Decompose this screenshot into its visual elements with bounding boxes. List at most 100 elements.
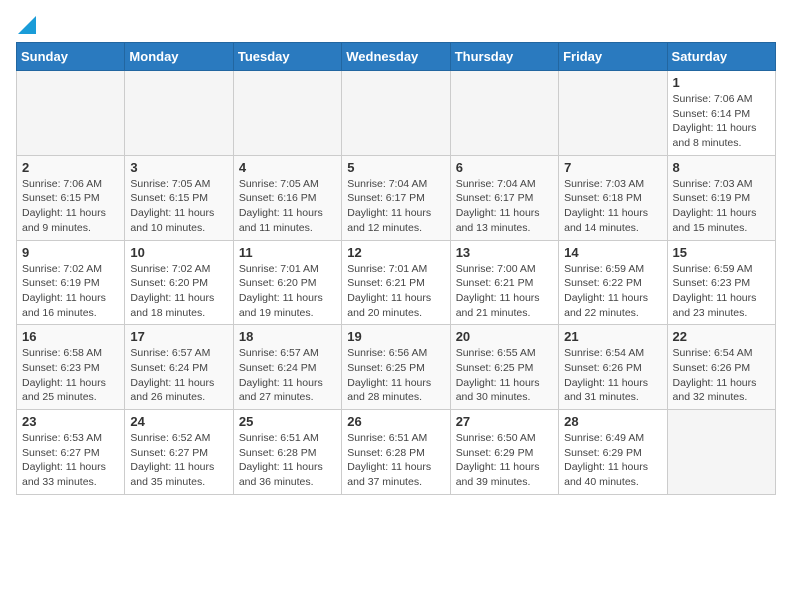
day-cell-15: 15 Sunrise: 6:59 AM Sunset: 6:23 PM Dayli… — [667, 240, 775, 325]
day-info: Sunrise: 6:59 AM Sunset: 6:22 PM Dayligh… — [564, 262, 661, 321]
day-cell-17: 17 Sunrise: 6:57 AM Sunset: 6:24 PM Dayli… — [125, 325, 233, 410]
day-cell-2: 2 Sunrise: 7:06 AM Sunset: 6:15 PM Daylig… — [17, 155, 125, 240]
empty-cell — [17, 71, 125, 156]
week-row-3: 16 Sunrise: 6:58 AM Sunset: 6:23 PM Dayli… — [17, 325, 776, 410]
day-number: 23 — [22, 414, 119, 429]
week-row-2: 9Sunrise: 7:02 AM Sunset: 6:19 PM Daylig… — [17, 240, 776, 325]
day-cell-9: 9Sunrise: 7:02 AM Sunset: 6:19 PM Daylig… — [17, 240, 125, 325]
day-number: 2 — [22, 160, 119, 175]
day-cell-23: 23 Sunrise: 6:53 AM Sunset: 6:27 PM Dayli… — [17, 410, 125, 495]
logo-icon — [18, 16, 36, 34]
day-cell-7: 7 Sunrise: 7:03 AM Sunset: 6:18 PM Daylig… — [559, 155, 667, 240]
weekday-header-monday: Monday — [125, 43, 233, 71]
day-info: Sunrise: 6:50 AM Sunset: 6:29 PM Dayligh… — [456, 431, 553, 490]
day-number: 20 — [456, 329, 553, 344]
day-info: Sunrise: 6:58 AM Sunset: 6:23 PM Dayligh… — [22, 346, 119, 405]
day-number: 18 — [239, 329, 336, 344]
day-number: 11 — [239, 245, 336, 260]
day-info: Sunrise: 6:54 AM Sunset: 6:26 PM Dayligh… — [564, 346, 661, 405]
day-info: Sunrise: 6:51 AM Sunset: 6:28 PM Dayligh… — [347, 431, 444, 490]
day-cell-14: 14 Sunrise: 6:59 AM Sunset: 6:22 PM Dayli… — [559, 240, 667, 325]
day-info: Sunrise: 7:06 AM Sunset: 6:15 PM Dayligh… — [22, 177, 119, 236]
day-info: Sunrise: 7:02 AM Sunset: 6:20 PM Dayligh… — [130, 262, 227, 321]
day-number: 3 — [130, 160, 227, 175]
day-cell-24: 24 Sunrise: 6:52 AM Sunset: 6:27 PM Dayli… — [125, 410, 233, 495]
day-info: Sunrise: 6:52 AM Sunset: 6:27 PM Dayligh… — [130, 431, 227, 490]
day-cell-26: 26 Sunrise: 6:51 AM Sunset: 6:28 PM Dayli… — [342, 410, 450, 495]
day-number: 17 — [130, 329, 227, 344]
day-info: Sunrise: 6:56 AM Sunset: 6:25 PM Dayligh… — [347, 346, 444, 405]
weekday-header-wednesday: Wednesday — [342, 43, 450, 71]
weekday-header-friday: Friday — [559, 43, 667, 71]
day-number: 8 — [673, 160, 770, 175]
day-cell-19: 19 Sunrise: 6:56 AM Sunset: 6:25 PM Dayli… — [342, 325, 450, 410]
day-number: 9 — [22, 245, 119, 260]
empty-cell — [450, 71, 558, 156]
week-row-0: 1 Sunrise: 7:06 AM Sunset: 6:14 PM Daylig… — [17, 71, 776, 156]
day-cell-11: 11 Sunrise: 7:01 AM Sunset: 6:20 PM Dayli… — [233, 240, 341, 325]
day-cell-1: 1 Sunrise: 7:06 AM Sunset: 6:14 PM Daylig… — [667, 71, 775, 156]
weekday-header-row: SundayMondayTuesdayWednesdayThursdayFrid… — [17, 43, 776, 71]
weekday-header-tuesday: Tuesday — [233, 43, 341, 71]
day-info: Sunrise: 6:49 AM Sunset: 6:29 PM Dayligh… — [564, 431, 661, 490]
day-cell-18: 18Sunrise: 6:57 AM Sunset: 6:24 PM Dayli… — [233, 325, 341, 410]
day-info: Sunrise: 7:05 AM Sunset: 6:15 PM Dayligh… — [130, 177, 227, 236]
empty-cell — [559, 71, 667, 156]
empty-cell — [342, 71, 450, 156]
day-cell-16: 16 Sunrise: 6:58 AM Sunset: 6:23 PM Dayli… — [17, 325, 125, 410]
day-info: Sunrise: 7:04 AM Sunset: 6:17 PM Dayligh… — [347, 177, 444, 236]
day-number: 10 — [130, 245, 227, 260]
logo — [16, 20, 36, 34]
day-cell-12: 12 Sunrise: 7:01 AM Sunset: 6:21 PM Dayli… — [342, 240, 450, 325]
day-number: 24 — [130, 414, 227, 429]
day-cell-5: 5 Sunrise: 7:04 AM Sunset: 6:17 PM Daylig… — [342, 155, 450, 240]
day-number: 15 — [673, 245, 770, 260]
day-number: 25 — [239, 414, 336, 429]
day-info: Sunrise: 6:51 AM Sunset: 6:28 PM Dayligh… — [239, 431, 336, 490]
day-info: Sunrise: 7:06 AM Sunset: 6:14 PM Dayligh… — [673, 92, 770, 151]
day-cell-20: 20 Sunrise: 6:55 AM Sunset: 6:25 PM Dayli… — [450, 325, 558, 410]
day-cell-6: 6 Sunrise: 7:04 AM Sunset: 6:17 PM Daylig… — [450, 155, 558, 240]
day-cell-28: 28 Sunrise: 6:49 AM Sunset: 6:29 PM Dayli… — [559, 410, 667, 495]
day-cell-25: 25 Sunrise: 6:51 AM Sunset: 6:28 PM Dayli… — [233, 410, 341, 495]
day-info: Sunrise: 7:03 AM Sunset: 6:18 PM Dayligh… — [564, 177, 661, 236]
day-info: Sunrise: 6:55 AM Sunset: 6:25 PM Dayligh… — [456, 346, 553, 405]
day-info: Sunrise: 7:01 AM Sunset: 6:21 PM Dayligh… — [347, 262, 444, 321]
day-cell-4: 4 Sunrise: 7:05 AM Sunset: 6:16 PM Daylig… — [233, 155, 341, 240]
day-number: 13 — [456, 245, 553, 260]
weekday-header-saturday: Saturday — [667, 43, 775, 71]
empty-cell — [233, 71, 341, 156]
day-info: Sunrise: 6:54 AM Sunset: 6:26 PM Dayligh… — [673, 346, 770, 405]
day-number: 7 — [564, 160, 661, 175]
day-cell-8: 8 Sunrise: 7:03 AM Sunset: 6:19 PM Daylig… — [667, 155, 775, 240]
day-cell-21: 21 Sunrise: 6:54 AM Sunset: 6:26 PM Dayli… — [559, 325, 667, 410]
day-info: Sunrise: 6:53 AM Sunset: 6:27 PM Dayligh… — [22, 431, 119, 490]
day-number: 16 — [22, 329, 119, 344]
day-cell-13: 13Sunrise: 7:00 AM Sunset: 6:21 PM Dayli… — [450, 240, 558, 325]
day-info: Sunrise: 6:59 AM Sunset: 6:23 PM Dayligh… — [673, 262, 770, 321]
day-info: Sunrise: 7:03 AM Sunset: 6:19 PM Dayligh… — [673, 177, 770, 236]
day-number: 26 — [347, 414, 444, 429]
day-number: 4 — [239, 160, 336, 175]
week-row-1: 2 Sunrise: 7:06 AM Sunset: 6:15 PM Daylig… — [17, 155, 776, 240]
day-number: 5 — [347, 160, 444, 175]
day-info: Sunrise: 7:01 AM Sunset: 6:20 PM Dayligh… — [239, 262, 336, 321]
day-number: 14 — [564, 245, 661, 260]
weekday-header-thursday: Thursday — [450, 43, 558, 71]
day-info: Sunrise: 6:57 AM Sunset: 6:24 PM Dayligh… — [130, 346, 227, 405]
day-cell-10: 10 Sunrise: 7:02 AM Sunset: 6:20 PM Dayli… — [125, 240, 233, 325]
day-number: 12 — [347, 245, 444, 260]
day-number: 19 — [347, 329, 444, 344]
day-number: 27 — [456, 414, 553, 429]
day-number: 6 — [456, 160, 553, 175]
day-number: 21 — [564, 329, 661, 344]
calendar-table: SundayMondayTuesdayWednesdayThursdayFrid… — [16, 42, 776, 495]
day-number: 22 — [673, 329, 770, 344]
day-number: 1 — [673, 75, 770, 90]
day-number: 28 — [564, 414, 661, 429]
day-info: Sunrise: 7:04 AM Sunset: 6:17 PM Dayligh… — [456, 177, 553, 236]
empty-cell — [667, 410, 775, 495]
day-info: Sunrise: 7:05 AM Sunset: 6:16 PM Dayligh… — [239, 177, 336, 236]
day-cell-22: 22 Sunrise: 6:54 AM Sunset: 6:26 PM Dayli… — [667, 325, 775, 410]
day-cell-3: 3 Sunrise: 7:05 AM Sunset: 6:15 PM Daylig… — [125, 155, 233, 240]
